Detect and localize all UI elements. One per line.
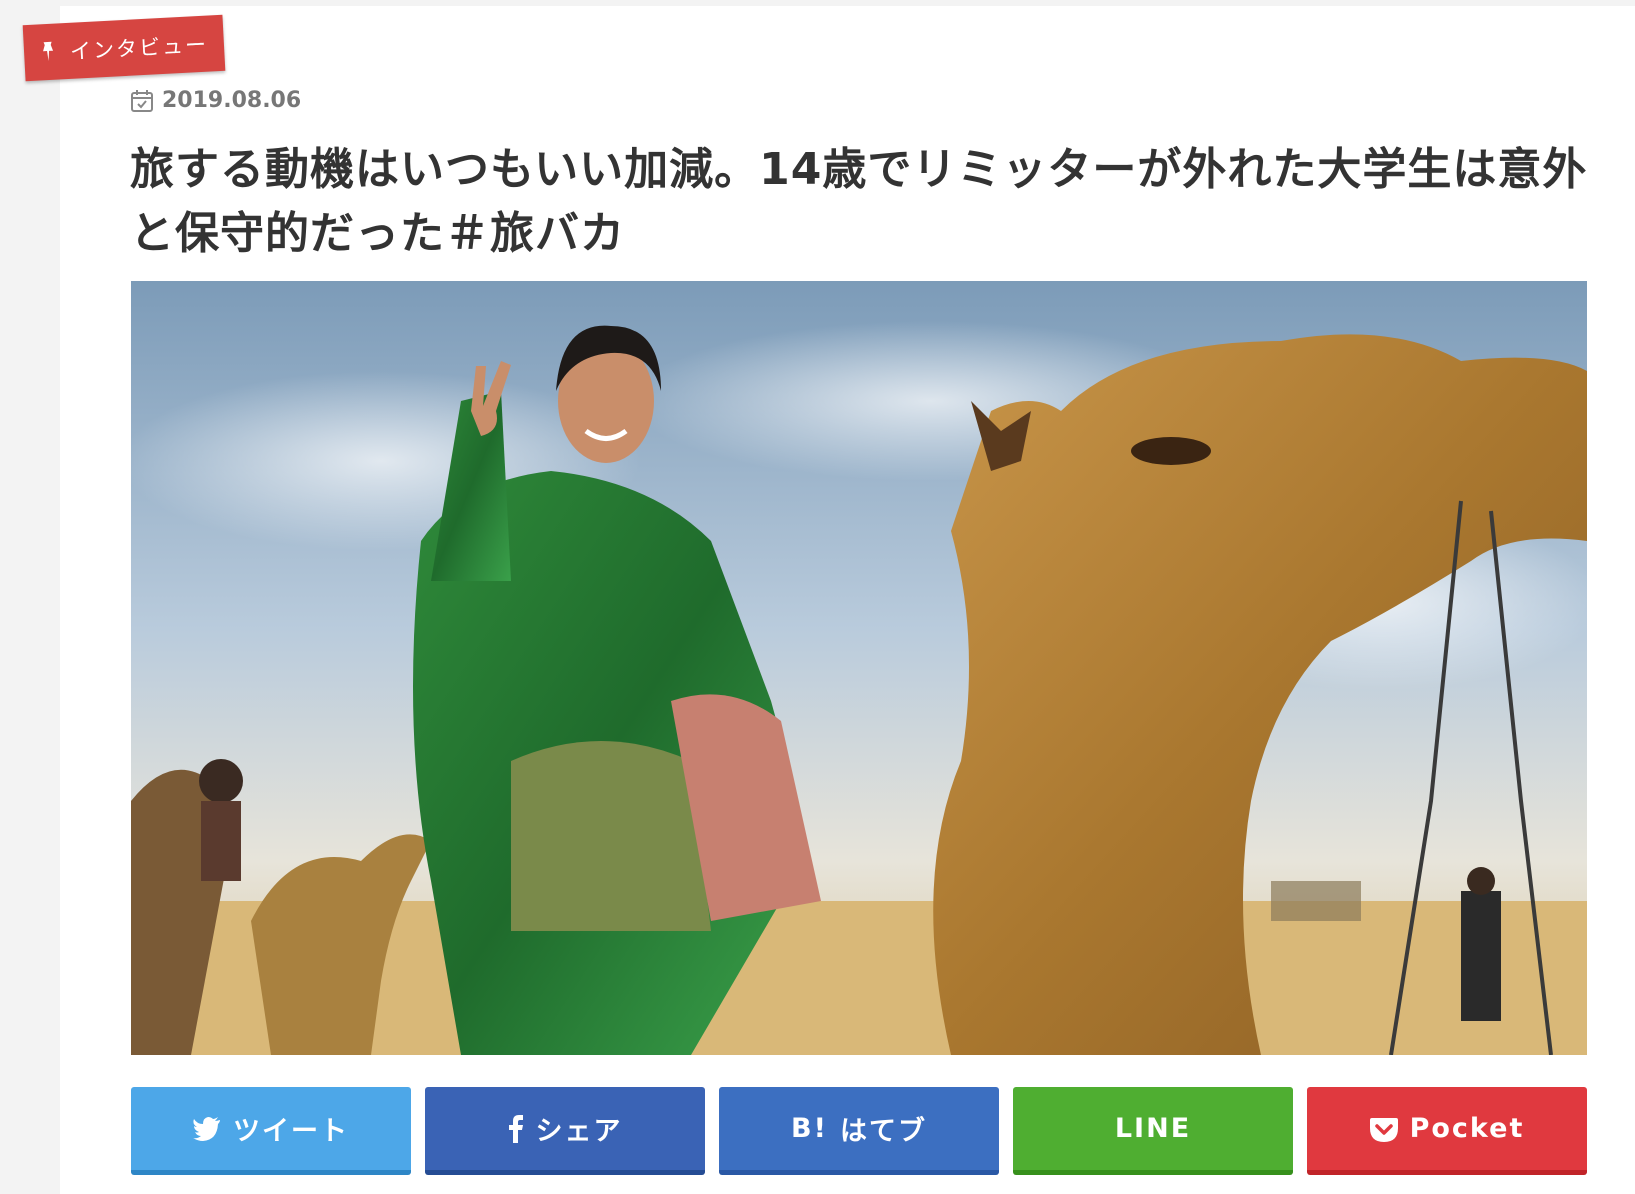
twitter-share-label: ツイート <box>233 1116 349 1147</box>
facebook-f-icon <box>508 1114 524 1143</box>
facebook-share-button[interactable]: シェア <box>425 1087 705 1175</box>
share-buttons: ツイート シェア B! はてブ LINE Pocket <box>131 1087 1587 1179</box>
pocket-save-label: Pocket <box>1409 1113 1525 1144</box>
category-label: インタビュー <box>69 32 209 64</box>
post-date: 2019.08.06 <box>130 88 301 113</box>
twitter-share-button[interactable]: ツイート <box>131 1087 411 1175</box>
pin-icon <box>38 40 59 63</box>
hero-image <box>131 281 1587 1055</box>
hatena-share-label: はてブ <box>839 1116 927 1147</box>
category-ribbon[interactable]: インタビュー <box>22 14 226 82</box>
line-share-button[interactable]: LINE <box>1013 1087 1293 1175</box>
facebook-share-label: シェア <box>535 1116 623 1147</box>
pocket-save-button[interactable]: Pocket <box>1307 1087 1587 1175</box>
hatena-bookmark-button[interactable]: B! はてブ <box>719 1087 999 1175</box>
pocket-icon <box>1369 1116 1398 1142</box>
calendar-icon <box>130 89 154 113</box>
line-share-label: LINE <box>1114 1113 1192 1144</box>
date-text: 2019.08.06 <box>162 88 302 113</box>
twitter-bird-icon <box>193 1116 221 1141</box>
article-title: 旅する動機はいつもいい加減。14歳でリミッターが外れた大学生は意外と保守的だった… <box>130 144 1588 259</box>
hatena-bookmark-icon: B! <box>791 1113 828 1144</box>
